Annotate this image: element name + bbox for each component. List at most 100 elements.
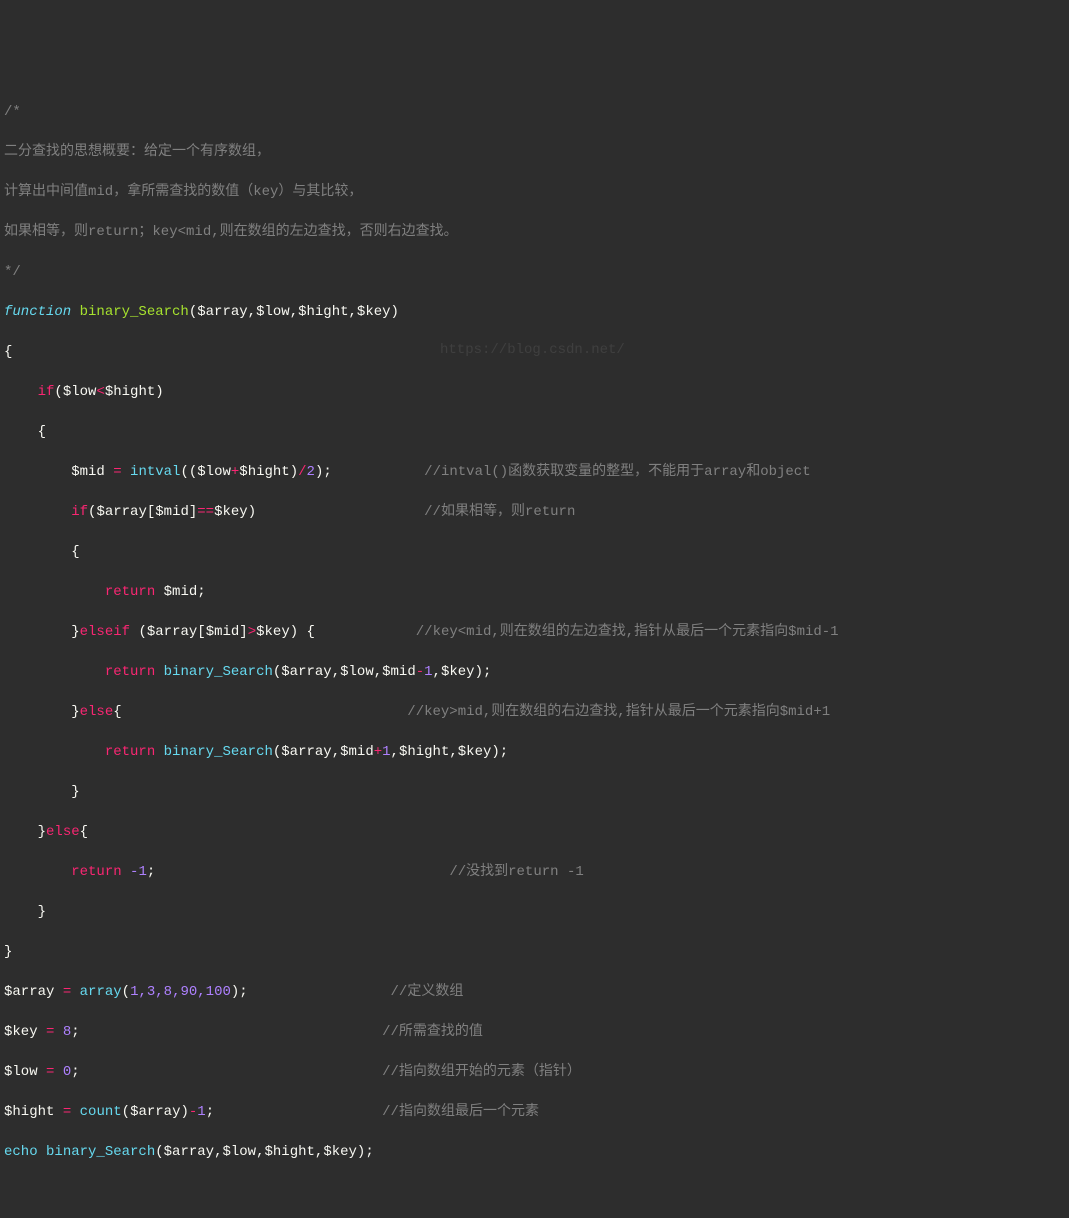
bracket: ] <box>239 624 247 640</box>
inline-comment: //没找到return -1 <box>449 864 583 880</box>
comma: , <box>256 1144 264 1160</box>
paren: ) <box>357 1144 365 1160</box>
comment-open: /* <box>4 104 21 120</box>
brace-close: } <box>71 704 79 720</box>
number: 1 <box>197 1104 205 1120</box>
paren: ( <box>122 1104 130 1120</box>
var: $hight <box>239 464 289 480</box>
array-def-line: $array = array(1,3,8,90,100); //定义数组 <box>4 982 1065 1002</box>
comma: , <box>248 304 256 320</box>
comma: , <box>332 744 340 760</box>
param: $key <box>357 304 391 320</box>
var: $key <box>441 664 475 680</box>
brace: { <box>4 542 1065 562</box>
brace-close: } <box>71 624 79 640</box>
var: $array <box>281 664 331 680</box>
var: $array <box>164 1144 214 1160</box>
operator: = <box>113 464 121 480</box>
paren: ( <box>122 984 130 1000</box>
if-line: if($array[$mid]==$key) //如果相等，则return <box>4 502 1065 522</box>
var: $low <box>197 464 231 480</box>
var: $low <box>63 384 97 400</box>
else-line: }else{ //key>mid,则在数组的右边查找,指针从最后一个元素指向$m… <box>4 702 1065 722</box>
semi: ; <box>71 1064 79 1080</box>
else-line: }else{ <box>4 822 1065 842</box>
comment-line: /* <box>4 102 1065 122</box>
comma: , <box>391 744 399 760</box>
array-values: 1,3,8,90,100 <box>130 984 231 1000</box>
inline-comment: //key<mid,则在数组的左边查找,指针从最后一个元素指向$mid-1 <box>416 624 839 640</box>
operator: < <box>96 384 104 400</box>
paren: ) <box>248 504 256 520</box>
var: $array <box>147 624 197 640</box>
comment-text: 二分查找的思想概要：给定一个有序数组， <box>4 144 270 160</box>
return-line: return binary_Search($array,$mid+1,$high… <box>4 742 1065 762</box>
var: $hight <box>105 384 155 400</box>
brace-open: { <box>38 424 46 440</box>
semi: ; <box>71 1024 79 1040</box>
var: $mid <box>382 664 416 680</box>
operator: = <box>63 984 71 1000</box>
elseif-line: }elseif ($array[$mid]>$key) { //key<mid,… <box>4 622 1065 642</box>
comment-line: 计算出中间值mid，拿所需查找的数值（key）与其比较， <box>4 182 1065 202</box>
inline-comment: //如果相等，则return <box>424 504 575 520</box>
return-line: return $mid; <box>4 582 1065 602</box>
comment-line: 如果相等，则return；key<mid,则在数组的左边查找，否则右边查找。 <box>4 222 1065 242</box>
brace-close: } <box>71 784 79 800</box>
code-block: /* 二分查找的思想概要：给定一个有序数组， 计算出中间值mid，拿所需查找的数… <box>4 82 1065 1182</box>
else-keyword: else <box>80 704 114 720</box>
paren: ( <box>273 664 281 680</box>
return-line: return -1; //没找到return -1 <box>4 862 1065 882</box>
paren: ( <box>138 624 146 640</box>
func-call: intval <box>130 464 180 480</box>
brace-open: { <box>307 624 315 640</box>
var: $key <box>323 1144 357 1160</box>
brace: { <box>4 342 1065 362</box>
semi: ; <box>239 984 247 1000</box>
var: $low <box>4 1064 38 1080</box>
if-line: if($low<$hight) <box>4 382 1065 402</box>
semi: ; <box>365 1144 373 1160</box>
return-keyword: return <box>105 664 155 680</box>
var: $mid <box>340 744 374 760</box>
key-assign-line: $key = 8; //所需查找的值 <box>4 1022 1065 1042</box>
inline-comment: //指向数组最后一个元素 <box>382 1104 539 1120</box>
operator: + <box>374 744 382 760</box>
number: 1 <box>424 664 432 680</box>
semi: ; <box>206 1104 214 1120</box>
number: 1 <box>382 744 390 760</box>
semi: ; <box>197 584 205 600</box>
func-call: count <box>80 1104 122 1120</box>
paren: ( <box>189 304 197 320</box>
inline-comment: //所需查找的值 <box>382 1024 483 1040</box>
comment-close: */ <box>4 264 21 280</box>
low-assign-line: $low = 0; //指向数组开始的元素（指针） <box>4 1062 1065 1082</box>
paren: ( <box>273 744 281 760</box>
number: 0 <box>63 1064 71 1080</box>
paren: ) <box>231 984 239 1000</box>
var: $hight <box>4 1104 54 1120</box>
paren: ( <box>180 464 188 480</box>
comment-line: 二分查找的思想概要：给定一个有序数组， <box>4 142 1065 162</box>
var: $array <box>96 504 146 520</box>
brace: { <box>4 422 1065 442</box>
semi: ; <box>483 664 491 680</box>
assign-line: $mid = intval(($low+$hight)/2); //intval… <box>4 462 1065 482</box>
operator: > <box>248 624 256 640</box>
var: $array <box>130 1104 180 1120</box>
paren: ) <box>290 624 298 640</box>
comma: , <box>214 1144 222 1160</box>
brace-close: } <box>38 824 46 840</box>
comma: , <box>374 664 382 680</box>
paren: ) <box>155 384 163 400</box>
operator: - <box>189 1104 197 1120</box>
array-keyword: array <box>80 984 122 1000</box>
var: $mid <box>164 584 198 600</box>
var: $key <box>214 504 248 520</box>
paren: ) <box>391 304 399 320</box>
comment-text: 如果相等，则return；key<mid,则在数组的左边查找，否则右边查找。 <box>4 224 458 240</box>
bracket: [ <box>197 624 205 640</box>
brace-open: { <box>80 824 88 840</box>
if-keyword: if <box>38 384 55 400</box>
brace: } <box>4 902 1065 922</box>
